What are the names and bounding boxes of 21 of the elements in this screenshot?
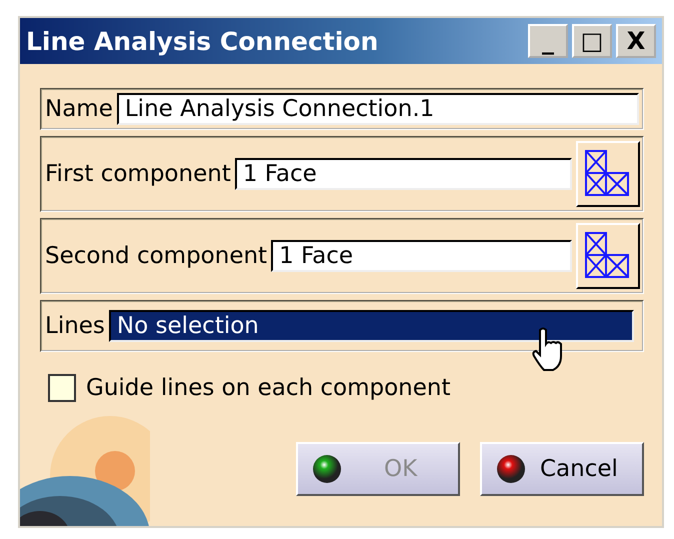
lines-field[interactable]: No selection — [108, 310, 634, 342]
name-field[interactable]: Line Analysis Connection.1 — [116, 93, 639, 125]
component-field[interactable]: 1 Face — [234, 158, 572, 190]
selection-button[interactable] — [576, 223, 640, 289]
grid-icon — [584, 149, 632, 199]
window-title: Line Analysis Connection — [26, 26, 380, 56]
selection-button[interactable] — [576, 141, 640, 207]
field-label: First component — [45, 161, 231, 187]
window-control[interactable]: _ — [528, 24, 568, 58]
component-field[interactable]: 1 Face — [271, 240, 572, 272]
field-label: Second component — [45, 243, 268, 269]
field-label: Lines — [45, 313, 105, 339]
ball-icon — [312, 454, 342, 484]
grid-icon — [584, 231, 632, 281]
checkbox[interactable] — [48, 374, 76, 402]
field-label: Name — [45, 96, 113, 122]
window-control[interactable]: X — [616, 24, 656, 58]
checkbox-label: Guide lines on each component — [86, 375, 451, 401]
window-control[interactable]: □ — [572, 24, 612, 58]
cancel-button[interactable]: Cancel — [480, 442, 644, 496]
ball-icon — [496, 454, 526, 484]
